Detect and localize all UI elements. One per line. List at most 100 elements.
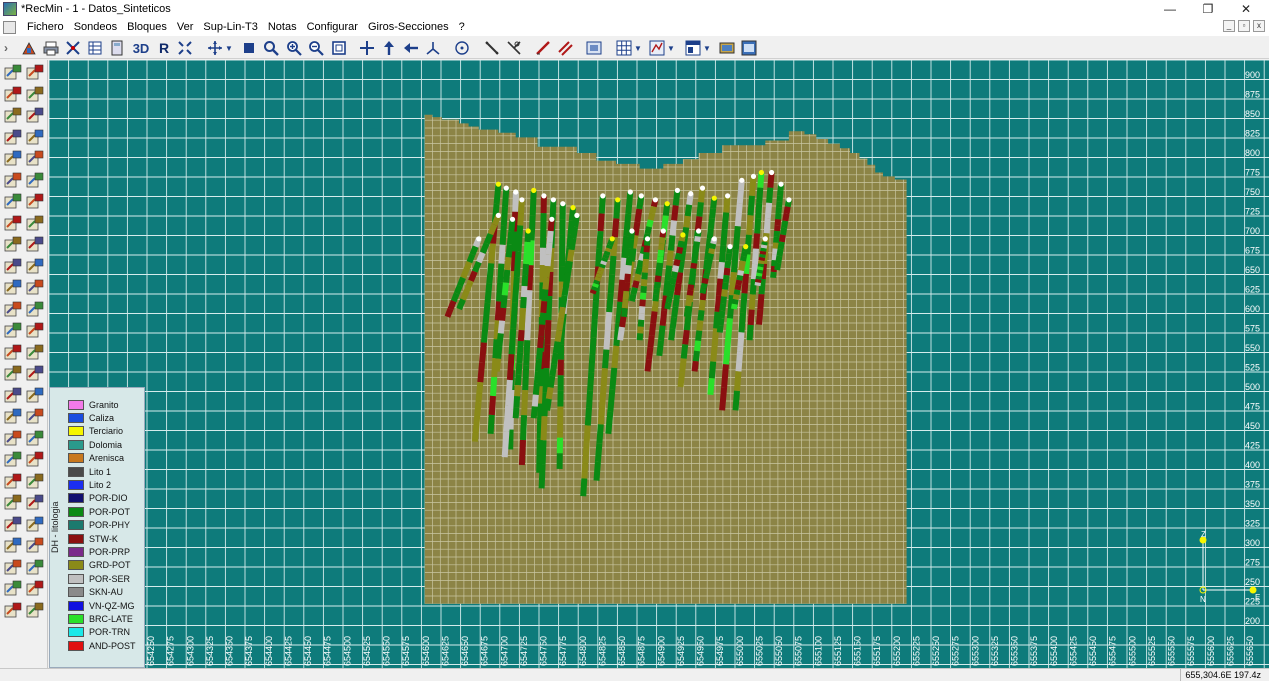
drillhole-segment[interactable]: [695, 252, 696, 257]
drillhole-segment[interactable]: [781, 242, 782, 249]
layers-icon[interactable]: [648, 39, 666, 57]
drillhole-segment[interactable]: [629, 257, 630, 266]
drillhole-collar[interactable]: [526, 228, 531, 233]
drillhole-segment[interactable]: [652, 207, 654, 214]
drillhole-segment[interactable]: [723, 229, 724, 246]
drillhole-segment[interactable]: [779, 202, 780, 208]
drillhole-collar[interactable]: [549, 217, 554, 222]
drillhole-segment[interactable]: [737, 290, 738, 295]
drillhole-segment[interactable]: [760, 294, 761, 309]
drillhole-segment[interactable]: [756, 234, 757, 249]
drillhole-segment[interactable]: [723, 297, 724, 304]
drillhole-segment[interactable]: [680, 241, 681, 247]
drillhole-segment[interactable]: [525, 264, 526, 275]
drillhole-segment[interactable]: [527, 315, 528, 340]
drillhole-segment[interactable]: [737, 371, 739, 391]
drillhole-segment[interactable]: [775, 254, 776, 260]
drillhole-segment[interactable]: [783, 228, 784, 235]
drillhole-segment[interactable]: [620, 327, 622, 340]
target-icon[interactable]: [453, 39, 471, 57]
drillhole-segment[interactable]: [780, 190, 781, 196]
drillhole-segment[interactable]: [751, 310, 752, 325]
drillhole-segment[interactable]: [734, 304, 735, 309]
drillhole-segment[interactable]: [479, 253, 483, 262]
drillhole-segment[interactable]: [661, 244, 662, 250]
drillhole-segment[interactable]: [506, 270, 507, 283]
drillhole-segment[interactable]: [661, 326, 663, 341]
drillhole-segment[interactable]: [601, 214, 602, 232]
drillhole-segment[interactable]: [594, 320, 595, 338]
menu-ver[interactable]: Ver: [172, 21, 199, 33]
drillhole-segment[interactable]: [682, 359, 684, 373]
drillhole-collar[interactable]: [769, 170, 774, 175]
drillhole-segment[interactable]: [570, 250, 572, 261]
volumes-icon[interactable]: [4, 408, 22, 426]
drillhole-segment[interactable]: [777, 263, 778, 270]
drillhole-segment[interactable]: [738, 203, 740, 226]
drillhole-segment[interactable]: [473, 247, 476, 255]
drillhole-segment[interactable]: [649, 220, 651, 227]
drillhole-segment[interactable]: [550, 231, 551, 243]
drillhole-segment[interactable]: [591, 355, 592, 373]
drillhole-segment[interactable]: [521, 330, 522, 341]
settings-icon[interactable]: [4, 602, 22, 620]
drillhole-segment[interactable]: [754, 264, 755, 279]
drillhole-collar[interactable]: [513, 189, 518, 194]
drillhole-segment[interactable]: [546, 368, 547, 392]
drillhole-segment[interactable]: [676, 260, 677, 266]
drillhole-segment[interactable]: [735, 299, 736, 304]
drillhole-segment[interactable]: [649, 347, 650, 359]
drillhole-segment[interactable]: [586, 443, 587, 461]
drillhole-collar[interactable]: [639, 193, 644, 198]
drillhole-segment[interactable]: [779, 208, 780, 214]
drillhole-collar[interactable]: [628, 189, 633, 194]
drillhole-segment[interactable]: [712, 208, 713, 218]
drillhole-segment[interactable]: [736, 226, 738, 249]
drillhole-segment[interactable]: [700, 310, 701, 320]
drillhole-segment[interactable]: [655, 295, 656, 301]
drillhole-segment[interactable]: [684, 344, 686, 358]
drillhole-segment[interactable]: [641, 313, 642, 320]
drillhole-segment[interactable]: [758, 283, 759, 286]
drillhole-collar[interactable]: [680, 232, 685, 237]
drillhole-segment[interactable]: [637, 274, 639, 281]
drillhole-segment[interactable]: [505, 188, 506, 207]
drillhole-segment[interactable]: [656, 288, 657, 294]
section-view[interactable]: 9008758508258007757507257006756506256005…: [49, 60, 1269, 668]
measure-line-icon[interactable]: [483, 39, 501, 57]
drillhole-segment[interactable]: [597, 277, 598, 280]
drillhole-segment[interactable]: [503, 226, 504, 245]
drillhole-segment[interactable]: [692, 274, 693, 279]
drillhole-segment[interactable]: [785, 214, 786, 221]
drillhole-collar[interactable]: [759, 170, 764, 175]
drillhole-segment[interactable]: [520, 341, 521, 352]
interpolate-icon[interactable]: [4, 215, 22, 233]
drillhole-segment[interactable]: [608, 248, 609, 251]
menu-giros-secciones[interactable]: Giros-Secciones: [363, 21, 454, 33]
drillhole-segment[interactable]: [596, 281, 597, 284]
drillhole-segment[interactable]: [603, 261, 604, 264]
drillhole-segment[interactable]: [475, 422, 477, 442]
drillhole-segment[interactable]: [499, 333, 500, 346]
drillhole-segment[interactable]: [688, 205, 690, 216]
drillhole-segment[interactable]: [628, 265, 629, 274]
drillhole-segment[interactable]: [522, 308, 523, 319]
drillhole-collar[interactable]: [645, 236, 650, 241]
drillhole-segment[interactable]: [500, 264, 501, 283]
survey-table-icon[interactable]: [26, 86, 44, 104]
drillhole-segment[interactable]: [467, 281, 471, 290]
drillhole-segment[interactable]: [762, 279, 763, 294]
drillhole-segment[interactable]: [669, 251, 671, 266]
drillhole-segment[interactable]: [713, 345, 715, 362]
drillhole-collar[interactable]: [700, 186, 705, 191]
drillhole-segment[interactable]: [779, 249, 780, 256]
drillhole-segment[interactable]: [638, 267, 640, 274]
interpolate-edit-icon[interactable]: [26, 215, 44, 233]
layers-dropdown-icon[interactable]: ▼: [666, 39, 676, 57]
drillhole-segment[interactable]: [722, 246, 723, 263]
drillhole-segment[interactable]: [769, 188, 770, 203]
drillhole-segment[interactable]: [493, 377, 494, 396]
draw-polyline-icon[interactable]: [4, 279, 22, 297]
drillhole-segment[interactable]: [676, 295, 678, 306]
drillhole-segment[interactable]: [745, 274, 747, 294]
